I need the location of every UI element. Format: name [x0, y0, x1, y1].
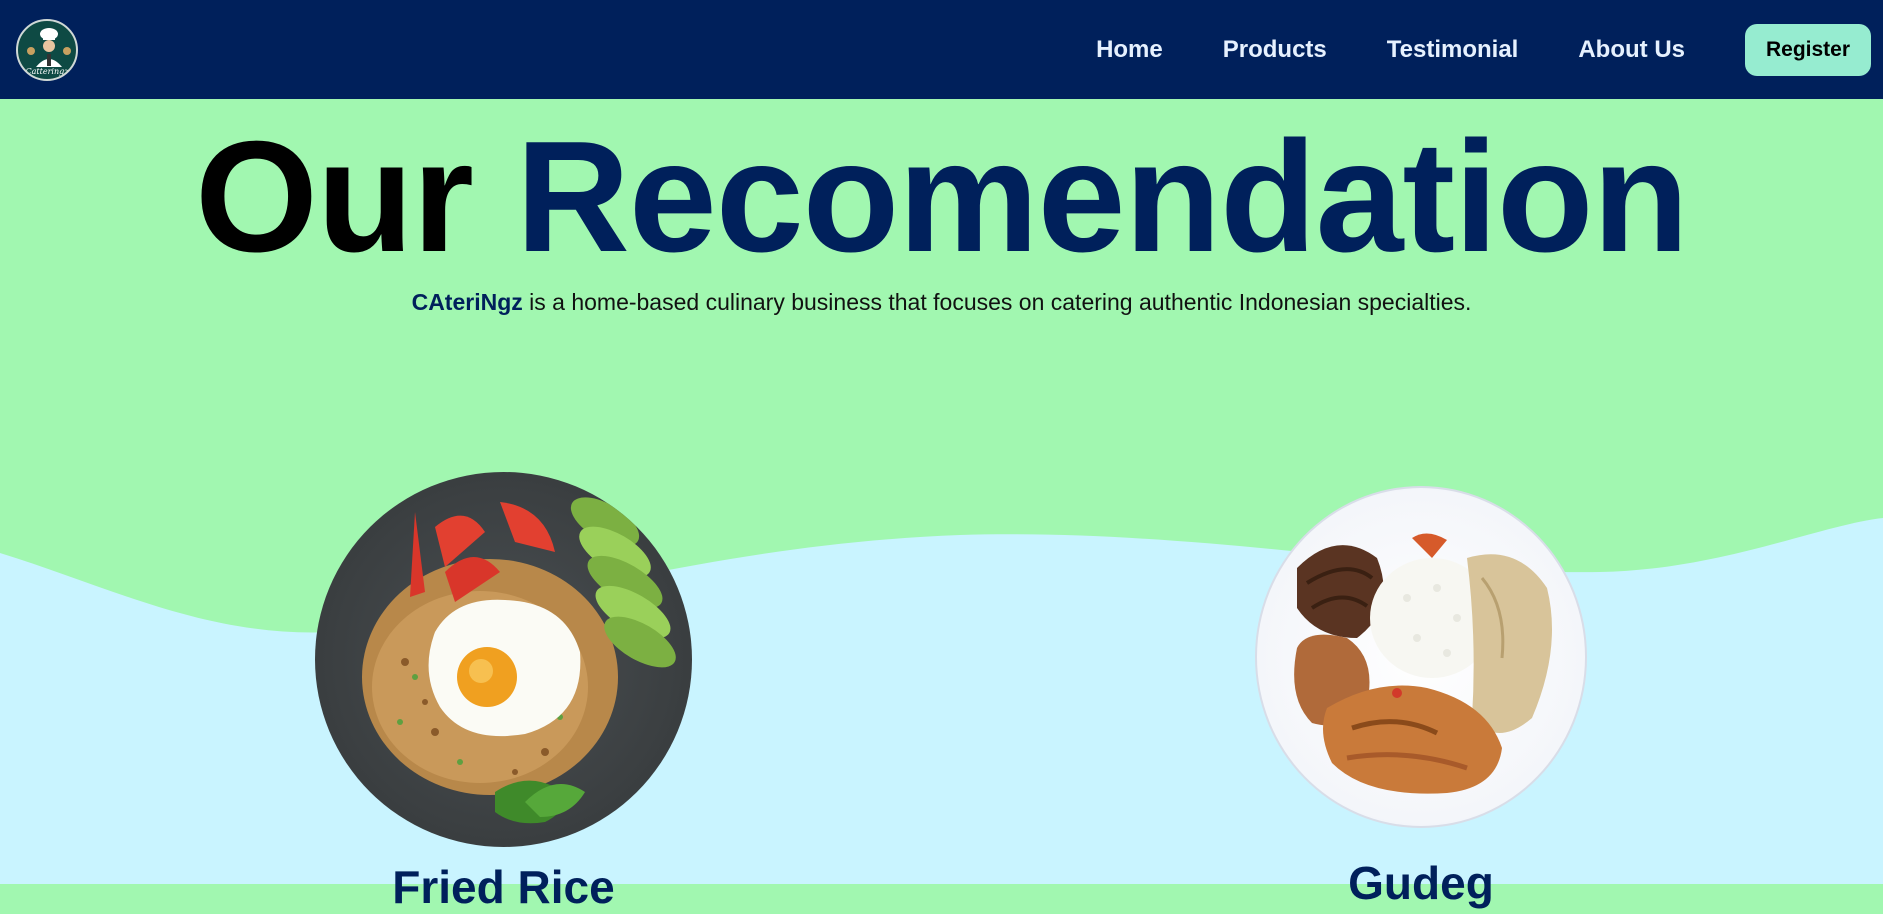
- product-name-fried-rice: Fried Rice: [392, 861, 615, 913]
- hero-title-word-our: Our: [195, 109, 474, 285]
- hero-title-word-recomendation: Recomendation: [515, 109, 1689, 285]
- register-button[interactable]: Register: [1745, 23, 1871, 76]
- product-card-gudeg[interactable]: Gudeg: [1255, 486, 1587, 909]
- hero-subtitle: CAteriNgz is a home-based culinary busin…: [0, 289, 1883, 316]
- nav-links: Home Products Testimonial About Us Regis…: [1096, 23, 1871, 76]
- navbar: Catteringz Home Products Testimonial Abo…: [0, 0, 1883, 99]
- nav-link-about-us[interactable]: About Us: [1578, 36, 1685, 64]
- product-card-fried-rice[interactable]: Fried Rice: [315, 472, 692, 913]
- fried-rice-plate-image: [315, 472, 692, 847]
- hero-subtitle-text: is a home-based culinary business that f…: [522, 289, 1472, 315]
- brand-name: CAteriNgz: [411, 289, 523, 315]
- logo-text: Catteringz: [25, 66, 69, 76]
- gudeg-plate-image: [1255, 486, 1587, 828]
- nav-link-home[interactable]: Home: [1096, 36, 1163, 64]
- product-name-gudeg: Gudeg: [1348, 857, 1494, 909]
- nav-link-products[interactable]: Products: [1223, 36, 1327, 64]
- nav-link-testimonial[interactable]: Testimonial: [1387, 36, 1519, 64]
- hero-title: Our Recomendation: [0, 118, 1883, 276]
- logo[interactable]: Catteringz: [16, 18, 78, 81]
- wave-background: [0, 518, 1883, 884]
